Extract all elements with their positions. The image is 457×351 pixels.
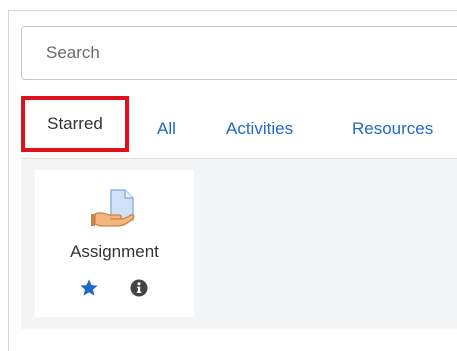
tab-bar: Starred All Activities Resources	[21, 96, 457, 159]
tab-all[interactable]: All	[157, 119, 176, 139]
star-icon[interactable]	[79, 278, 99, 298]
tab-activities[interactable]: Activities	[226, 119, 293, 139]
tab-resources-label: Resources	[352, 119, 434, 138]
info-icon[interactable]	[129, 278, 149, 298]
tab-starred[interactable]: Starred	[21, 96, 129, 152]
activity-card-assignment[interactable]: Assignment	[35, 170, 194, 317]
tab-activities-label: Activities	[226, 119, 294, 138]
assignment-icon	[89, 186, 139, 236]
card-label: Assignment	[70, 242, 159, 261]
tab-starred-label: Starred	[47, 114, 103, 133]
tab-resources[interactable]: Resources	[352, 119, 433, 139]
search-input[interactable]	[21, 26, 457, 80]
activity-chooser: Starred All Activities Resources Assignm…	[0, 0, 457, 351]
tab-all-label: All	[157, 119, 176, 138]
